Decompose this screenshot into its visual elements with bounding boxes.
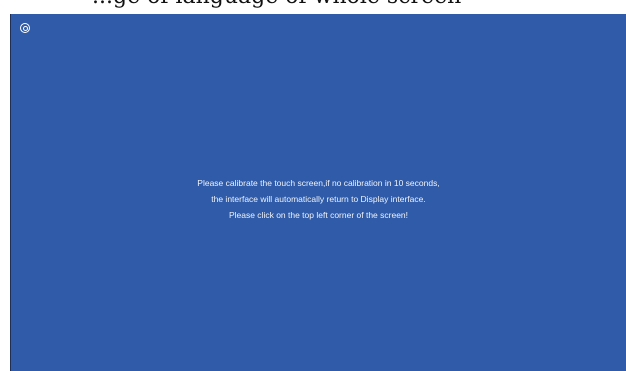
calibration-message-line-3: Please click on the top left corner of t…: [228, 210, 409, 220]
calibration-message-line-1: Please calibrate the touch screen,if no …: [197, 178, 440, 188]
page: ...ge of language of whole screen Please…: [0, 0, 626, 371]
caption-fragment: ...ge of language of whole screen: [92, 0, 552, 8]
calibration-message: Please calibrate the touch screen,if no …: [11, 175, 626, 223]
calibration-screen[interactable]: Please calibrate the touch screen,if no …: [10, 14, 626, 371]
target-crosshair-icon[interactable]: [20, 23, 30, 33]
calibration-message-line-2: the interface will automatically return …: [211, 194, 426, 204]
